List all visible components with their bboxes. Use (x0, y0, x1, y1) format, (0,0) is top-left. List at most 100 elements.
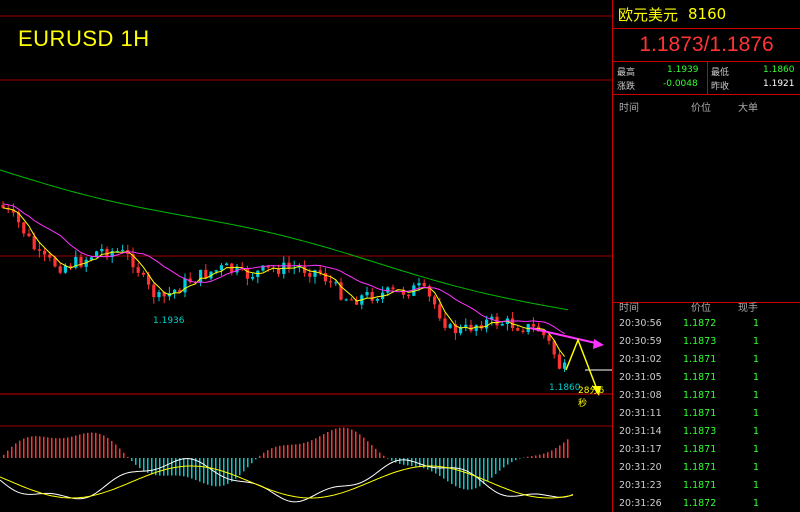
tick-price: 1.1871 (683, 354, 717, 365)
candlestick-chart[interactable] (0, 0, 612, 512)
macd-histogram-bar (327, 431, 329, 458)
macd-histogram-bar (151, 458, 153, 475)
macd-histogram-bar (91, 432, 93, 458)
macd-histogram-bar (87, 432, 89, 458)
candle-body (287, 262, 291, 268)
macd-histogram-bar (3, 454, 5, 458)
macd-histogram-bar (519, 458, 521, 459)
macd-histogram-bar (183, 458, 185, 477)
macd-histogram-bar (27, 437, 29, 458)
macd-histogram-bar (495, 458, 497, 475)
tick-price: 1.1871 (683, 390, 717, 401)
prev-close-label: 昨收 (711, 82, 730, 92)
macd-histogram-bar (63, 438, 65, 458)
tick-row[interactable]: 20:30:59 1.1873 1 (613, 332, 800, 350)
macd-histogram-bar (95, 432, 97, 458)
symbol-title: EURUSD 1H (18, 26, 150, 51)
candle-body (152, 284, 156, 298)
tick-row[interactable]: 20:31:11 1.1871 1 (613, 404, 800, 422)
bid-ask-quote: 1.1873/1.1876 (613, 29, 800, 62)
candle-body (563, 362, 567, 369)
macd-histogram-bar (503, 458, 505, 468)
macd-histogram-bar (247, 458, 249, 468)
candle-body (485, 319, 489, 329)
candle-body (89, 257, 93, 260)
macd-histogram-bar (403, 458, 405, 465)
macd-histogram-bar (75, 435, 77, 458)
tick-time: 20:31:14 (619, 426, 662, 437)
tick-price: 1.1871 (683, 480, 717, 491)
candle-body (100, 248, 104, 252)
macd-histogram-bar (315, 438, 317, 458)
macd-histogram-bar (419, 458, 421, 468)
tick-list[interactable]: 时间 价位 现手 20:30:56 1.1872 1 20:30:59 1.1873 1 2… (613, 298, 800, 512)
tick-row[interactable]: 20:31:26 1.1872 1 (613, 494, 800, 512)
macd-histogram-bar (567, 439, 569, 458)
candle-body (329, 281, 333, 283)
candle-body (58, 266, 62, 273)
tick-price: 1.1871 (683, 372, 717, 383)
tick-time: 20:31:11 (619, 408, 662, 419)
tick-row[interactable]: 20:31:02 1.1871 1 (613, 350, 800, 368)
macd-histogram-bar (11, 446, 13, 458)
macd-histogram-bar (207, 458, 209, 485)
macd-histogram-bar (527, 456, 529, 458)
candle-body (521, 330, 525, 333)
candle-body (43, 250, 47, 255)
tick-volume: 1 (753, 354, 760, 365)
macd-histogram-bar (487, 458, 489, 481)
macd-histogram-bar (511, 458, 513, 463)
tick-time: 20:31:08 (619, 390, 662, 401)
macd-histogram-bar (399, 458, 401, 464)
tick-row[interactable]: 20:31:20 1.1871 1 (613, 458, 800, 476)
tick-row[interactable]: 20:31:23 1.1871 1 (613, 476, 800, 494)
macd-histogram-bar (23, 438, 25, 458)
macd-histogram-bar (7, 450, 9, 458)
candle-body (219, 265, 223, 271)
macd-histogram-bar (451, 458, 453, 484)
macd-histogram-bar (343, 427, 345, 458)
macd-histogram-bar (79, 434, 81, 458)
candle-body (448, 324, 452, 328)
tick-row[interactable]: 20:31:08 1.1871 1 (613, 386, 800, 404)
macd-histogram-bar (103, 435, 105, 458)
macd-histogram-bar (379, 452, 381, 458)
price-chart-area[interactable]: EURUSD 1H 1.1936 1.1860 28分6秒 (0, 0, 612, 512)
candle-body (464, 324, 468, 327)
tick-row[interactable]: 20:30:56 1.1872 1 (613, 314, 800, 332)
big-order-list[interactable]: 时间 价位 大单 (613, 95, 800, 303)
candle-body (474, 325, 478, 331)
macd-histogram-bar (479, 458, 481, 487)
swing-high-label: 1.1936 (153, 316, 185, 326)
macd-histogram-bar (243, 458, 245, 472)
macd-histogram-bar (35, 436, 37, 458)
high-value: 1.1939 (667, 65, 699, 75)
instrument-name: 欧元美元 (618, 5, 679, 24)
macd-histogram-bar (119, 448, 121, 458)
candle-body (27, 233, 31, 237)
prev-close-value: 1.1921 (763, 79, 795, 89)
candle-body (141, 272, 145, 275)
macd-histogram-bar (499, 458, 501, 471)
macd-histogram-bar (107, 437, 109, 458)
macd-histogram-bar (203, 458, 205, 484)
tick-row[interactable]: 20:31:05 1.1871 1 (613, 368, 800, 386)
candle-body (157, 292, 161, 298)
macd-histogram-bar (251, 458, 253, 464)
macd-histogram-bar (239, 458, 241, 476)
macd-histogram-bar (303, 442, 305, 458)
macd-histogram-bar (115, 444, 117, 458)
tick-time: 20:31:20 (619, 462, 662, 473)
macd-histogram-bar (191, 458, 193, 479)
upper-big-header: 大单 (738, 103, 758, 114)
tick-row[interactable]: 20:31:17 1.1871 1 (613, 440, 800, 458)
tick-row[interactable]: 20:31:14 1.1873 1 (613, 422, 800, 440)
macd-histogram-bar (507, 458, 509, 465)
macd-histogram-bar (143, 458, 145, 471)
macd-histogram-bar (515, 458, 517, 461)
lower-volume-header: 现手 (738, 303, 758, 314)
candle-body (531, 324, 535, 327)
macd-histogram-bar (291, 444, 293, 458)
macd-histogram-bar (267, 450, 269, 458)
macd-histogram-bar (283, 445, 285, 458)
